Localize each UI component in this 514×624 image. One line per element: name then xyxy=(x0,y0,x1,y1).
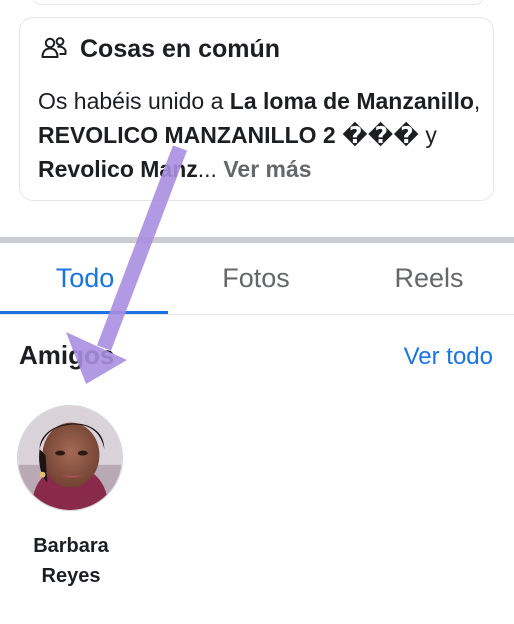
group-link-2[interactable]: REVOLICO MANZANILLO 2 ��� xyxy=(38,122,419,148)
tab-all[interactable]: Todo xyxy=(0,243,170,314)
friend-name: Barbara Reyes xyxy=(33,535,109,587)
friends-section-title: Amigos xyxy=(19,340,115,370)
see-more-link[interactable]: Ver más xyxy=(223,156,311,182)
card-header: Cosas en común xyxy=(40,33,280,65)
text-prefix: Os habéis unido a xyxy=(38,88,230,114)
active-tab-indicator xyxy=(0,311,168,314)
people-icon xyxy=(41,37,67,58)
previous-card-edge xyxy=(32,0,484,5)
common-groups-text: Os habéis unido a La loma de Manzanillo,… xyxy=(38,84,488,186)
separator: , xyxy=(473,88,481,114)
tab-all-label: Todo xyxy=(55,262,115,293)
tab-reels[interactable]: Reels xyxy=(344,243,514,313)
group-link-1[interactable]: La loma de Manzanillo xyxy=(230,88,474,114)
conjunction: y xyxy=(418,122,437,148)
tab-reels-label: Reels xyxy=(394,262,464,293)
friend-card[interactable]: Barbara Reyes xyxy=(17,405,125,591)
tab-photos-label: Fotos xyxy=(222,262,290,293)
group-link-3[interactable]: Revolico Manz xyxy=(38,156,198,182)
see-all-friends-link[interactable]: Ver todo xyxy=(404,343,493,371)
tab-photos[interactable]: Fotos xyxy=(171,243,341,313)
avatar[interactable] xyxy=(17,405,123,511)
things-in-common-card: Cosas en común Os habéis unido a La loma… xyxy=(19,17,494,201)
content-tabs: Todo Fotos Reels xyxy=(0,243,514,315)
ellipsis: ... xyxy=(197,156,217,182)
card-title: Cosas en común xyxy=(80,34,281,63)
